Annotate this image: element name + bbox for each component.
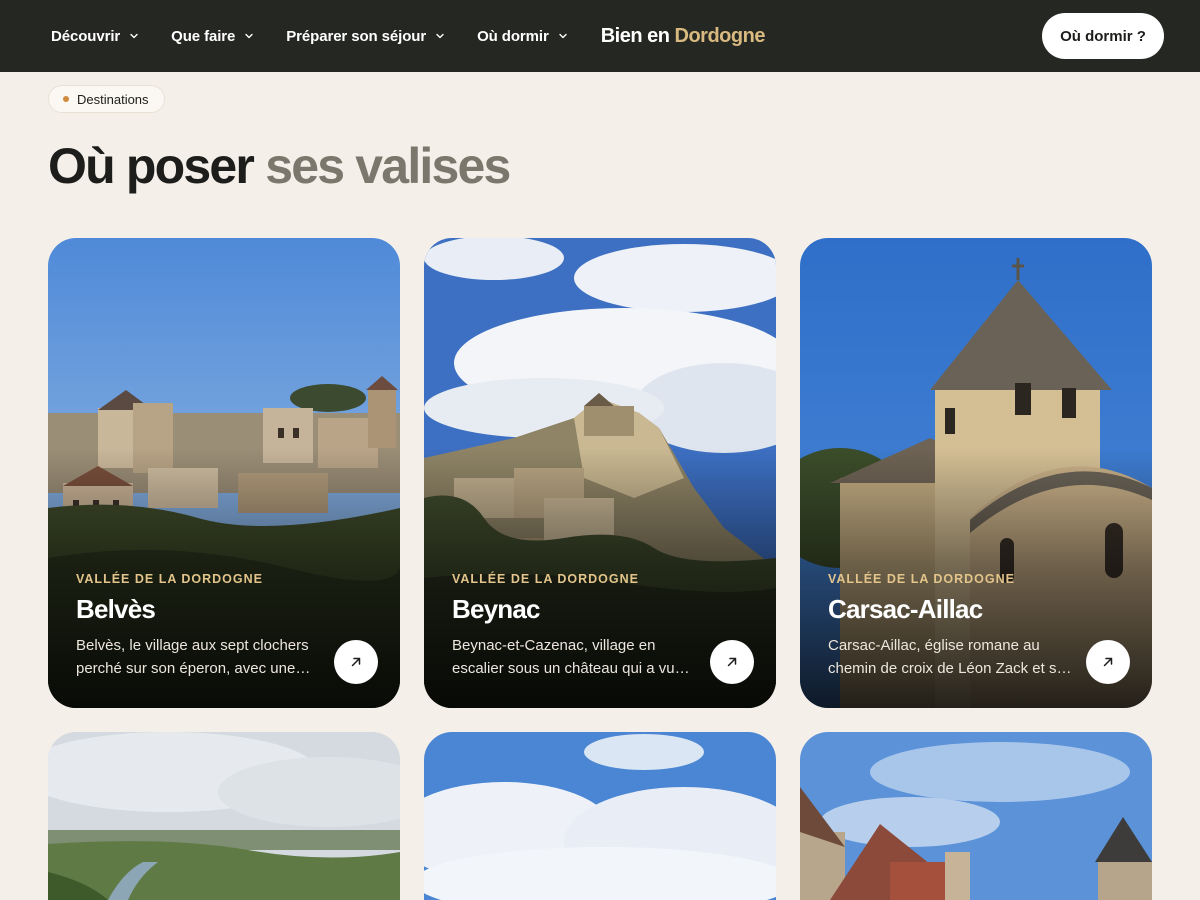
card-title: Beynac bbox=[452, 594, 541, 624]
badge-label: Destinations bbox=[77, 91, 149, 107]
chevron-down-icon bbox=[558, 31, 568, 41]
nav-item-ou-dormir[interactable]: Où dormir bbox=[477, 28, 568, 45]
title-muted: ses valises bbox=[265, 138, 511, 194]
card-link-button[interactable] bbox=[710, 640, 754, 684]
destination-card-row2-2[interactable] bbox=[424, 732, 776, 900]
brand-logo[interactable]: Bien en Dordogne bbox=[600, 24, 766, 48]
destination-card-carsac-aillac[interactable]: VALLÉE DE LA DORDOGNE Carsac-Aillac Cars… bbox=[800, 238, 1152, 708]
card-title: Belvès bbox=[76, 594, 156, 624]
destination-card-row2-3[interactable] bbox=[800, 732, 1152, 900]
card-link-button[interactable] bbox=[1086, 640, 1130, 684]
card-photo bbox=[48, 732, 400, 900]
chevron-down-icon bbox=[435, 31, 445, 41]
card-region: VALLÉE DE LA DORDOGNE bbox=[76, 572, 263, 586]
card-description: Carsac-Aillac, église romane au chemin d… bbox=[828, 637, 1073, 677]
destination-card-belves[interactable]: VALLÉE DE LA DORDOGNE Belvès Belvès, le … bbox=[48, 238, 400, 708]
nav-item-decouvrir[interactable]: Découvrir bbox=[51, 28, 139, 45]
card-link-button[interactable] bbox=[334, 640, 378, 684]
main-menu: Découvrir Que faire Préparer son séjour … bbox=[51, 25, 765, 48]
destination-card-beynac[interactable]: VALLÉE DE LA DORDOGNE Beynac Beynac-et-C… bbox=[424, 238, 776, 708]
nav-item-label: Que faire bbox=[171, 27, 236, 45]
card-region: VALLÉE DE LA DORDOGNE bbox=[828, 572, 1015, 586]
chevron-down-icon bbox=[129, 31, 139, 41]
nav-item-label: Préparer son séjour bbox=[286, 27, 427, 45]
arrow-up-right-icon bbox=[727, 657, 737, 667]
chevron-down-icon bbox=[244, 31, 254, 41]
card-region: VALLÉE DE LA DORDOGNE bbox=[452, 572, 639, 586]
page-title: Où poser ses valises bbox=[48, 138, 511, 194]
nav-item-label: Où dormir bbox=[477, 27, 549, 45]
nav-item-label: Découvrir bbox=[51, 27, 121, 45]
badge-dot bbox=[63, 96, 69, 102]
nav-item-que-faire[interactable]: Que faire bbox=[171, 28, 254, 45]
card-photo bbox=[424, 732, 776, 900]
destinations-badge: Destinations bbox=[48, 85, 165, 113]
brand-prefix: Bien en bbox=[600, 24, 670, 47]
card-title: Carsac-Aillac bbox=[828, 594, 983, 624]
ou-dormir-button[interactable]: Où dormir ? bbox=[1042, 13, 1164, 59]
card-description: Belvès, le village aux sept clochers per… bbox=[76, 637, 309, 677]
card-description: Beynac-et-Cazenac, village en escalier s… bbox=[452, 637, 675, 677]
destination-card-row2-1[interactable] bbox=[48, 732, 400, 900]
arrow-up-right-icon bbox=[1103, 657, 1113, 667]
title-main: Où poser bbox=[48, 138, 255, 194]
nav-item-preparer[interactable]: Préparer son séjour bbox=[286, 28, 445, 45]
arrow-up-right-icon bbox=[351, 657, 361, 667]
brand-accent: Dordogne bbox=[674, 24, 766, 47]
card-photo bbox=[800, 732, 1152, 900]
top-navigation: Découvrir Que faire Préparer son séjour … bbox=[0, 0, 1200, 72]
